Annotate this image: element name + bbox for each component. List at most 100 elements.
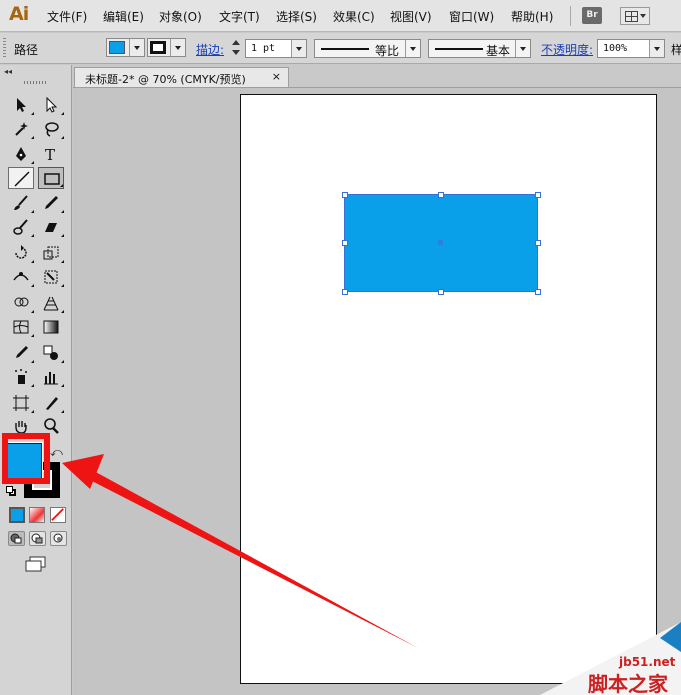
chevron-down-icon — [129, 39, 144, 56]
menu-view[interactable]: 视图(V) — [390, 8, 432, 25]
selection-handle[interactable] — [438, 289, 444, 295]
rectangle-tool[interactable] — [38, 167, 64, 189]
draw-inside-button[interactable] — [50, 531, 67, 546]
draw-behind-button[interactable] — [29, 531, 46, 546]
flyout-indicator-icon — [61, 210, 64, 213]
perspective-grid-tool[interactable] — [38, 292, 64, 314]
eyedropper-tool[interactable] — [8, 342, 34, 364]
flyout-indicator-icon — [31, 161, 34, 164]
selection-handle[interactable] — [342, 240, 348, 246]
menu-help[interactable]: 帮助(H) — [511, 8, 553, 25]
close-icon[interactable]: × — [272, 70, 281, 83]
selection-handle[interactable] — [342, 192, 348, 198]
opacity-value: 100% — [603, 43, 628, 54]
paintbrush-icon — [14, 195, 28, 210]
menu-separator — [570, 6, 571, 26]
flyout-indicator-icon — [61, 384, 64, 387]
slice-tool[interactable] — [38, 392, 64, 414]
document-tab-title: 未标题-2* @ 70% (CMYK/预览) — [85, 73, 246, 86]
pen-tool[interactable] — [8, 143, 34, 165]
artboard-tool[interactable] — [8, 392, 34, 414]
bridge-button[interactable]: Br — [582, 7, 602, 24]
width-icon — [13, 272, 29, 281]
default-fill-stroke-icon[interactable] — [6, 486, 17, 497]
selection-handle[interactable] — [535, 240, 541, 246]
chevron-down-icon — [405, 40, 420, 57]
direct-selection-icon — [46, 96, 58, 113]
stroke-weight-stepper[interactable] — [230, 39, 242, 57]
none-mode-button[interactable] — [50, 507, 66, 523]
direct-selection-tool[interactable] — [38, 94, 64, 116]
column-graph-tool[interactable] — [38, 366, 64, 388]
eraser-tool[interactable] — [38, 216, 64, 238]
line-segment-tool[interactable] — [8, 167, 34, 189]
flyout-indicator-icon — [60, 184, 63, 187]
chevron-down-icon — [170, 39, 185, 56]
stroke-color-dropdown[interactable] — [147, 38, 186, 57]
document-tab[interactable]: 未标题-2* @ 70% (CMYK/预览) × — [74, 67, 289, 87]
flyout-indicator-icon — [61, 136, 64, 139]
app-logo: Ai — [9, 3, 29, 25]
flyout-indicator-icon — [31, 234, 34, 237]
selection-handle[interactable] — [535, 192, 541, 198]
swap-fill-stroke-icon[interactable]: ⤺ — [50, 445, 63, 460]
blob-brush-tool[interactable] — [8, 216, 34, 238]
symbol-sprayer-icon — [15, 369, 27, 384]
arrow-down-icon[interactable] — [232, 50, 240, 55]
paintbrush-tool[interactable] — [8, 192, 34, 214]
brush-label: 基本 — [486, 44, 511, 58]
selection-handle[interactable] — [438, 192, 444, 198]
chevron-down-icon — [515, 40, 530, 57]
magic-wand-tool[interactable] — [8, 118, 34, 140]
mesh-icon — [13, 320, 29, 334]
menu-type[interactable]: 文字(T) — [219, 8, 260, 25]
opacity-link[interactable]: 不透明度: — [541, 41, 593, 58]
stroke-link[interactable]: 描边: — [196, 41, 224, 58]
brush-definition-dropdown[interactable]: 基本 — [428, 39, 531, 58]
menu-file[interactable]: 文件(F) — [47, 8, 87, 25]
none-slash-icon — [51, 508, 64, 521]
arrow-up-icon[interactable] — [232, 40, 240, 45]
gradient-tool[interactable] — [38, 316, 64, 338]
draw-normal-button[interactable] — [8, 531, 25, 546]
rotate-icon — [15, 245, 27, 259]
artboard[interactable] — [240, 94, 657, 684]
mesh-tool[interactable] — [8, 316, 34, 338]
arrange-documents-button[interactable] — [620, 7, 650, 25]
flyout-indicator-icon — [61, 360, 64, 363]
pencil-tool[interactable] — [38, 192, 64, 214]
selection-handle[interactable] — [535, 289, 541, 295]
draw-normal-icon — [10, 533, 22, 544]
blend-tool[interactable] — [38, 342, 64, 364]
free-transform-tool[interactable] — [38, 266, 64, 288]
style-label-truncated: 样 — [671, 43, 681, 57]
flyout-indicator-icon — [31, 284, 34, 287]
collapse-panel-icon[interactable]: ◂◂ — [4, 67, 12, 76]
draw-inside-icon — [53, 533, 63, 543]
type-tool[interactable]: T — [38, 143, 64, 165]
selection-tool[interactable] — [8, 94, 34, 116]
line-segment-icon — [14, 171, 30, 187]
selection-handle[interactable] — [342, 289, 348, 295]
scale-tool[interactable] — [38, 242, 64, 264]
width-tool[interactable] — [8, 266, 34, 288]
change-screen-mode-icon[interactable] — [25, 556, 47, 572]
stroke-weight-field[interactable]: 1 pt — [245, 39, 307, 58]
menu-effect[interactable]: 效果(C) — [333, 8, 375, 25]
gradient-mode-button[interactable] — [29, 507, 45, 523]
symbol-sprayer-tool[interactable] — [8, 366, 34, 388]
menu-object[interactable]: 对象(O) — [159, 8, 202, 25]
panel-grip[interactable] — [24, 81, 46, 84]
shape-builder-tool[interactable] — [8, 292, 34, 314]
menu-edit[interactable]: 编辑(E) — [103, 8, 144, 25]
profile-line-icon — [321, 48, 369, 50]
menu-select[interactable]: 选择(S) — [276, 8, 317, 25]
rotate-tool[interactable] — [8, 242, 34, 264]
panel-grip[interactable] — [3, 38, 6, 58]
color-mode-button[interactable] — [9, 507, 25, 523]
variable-width-profile-dropdown[interactable]: 等比 — [314, 39, 421, 58]
menu-window[interactable]: 窗口(W) — [449, 8, 494, 25]
lasso-tool[interactable] — [38, 118, 64, 140]
opacity-field[interactable]: 100% — [597, 39, 665, 58]
fill-color-dropdown[interactable] — [106, 38, 145, 57]
